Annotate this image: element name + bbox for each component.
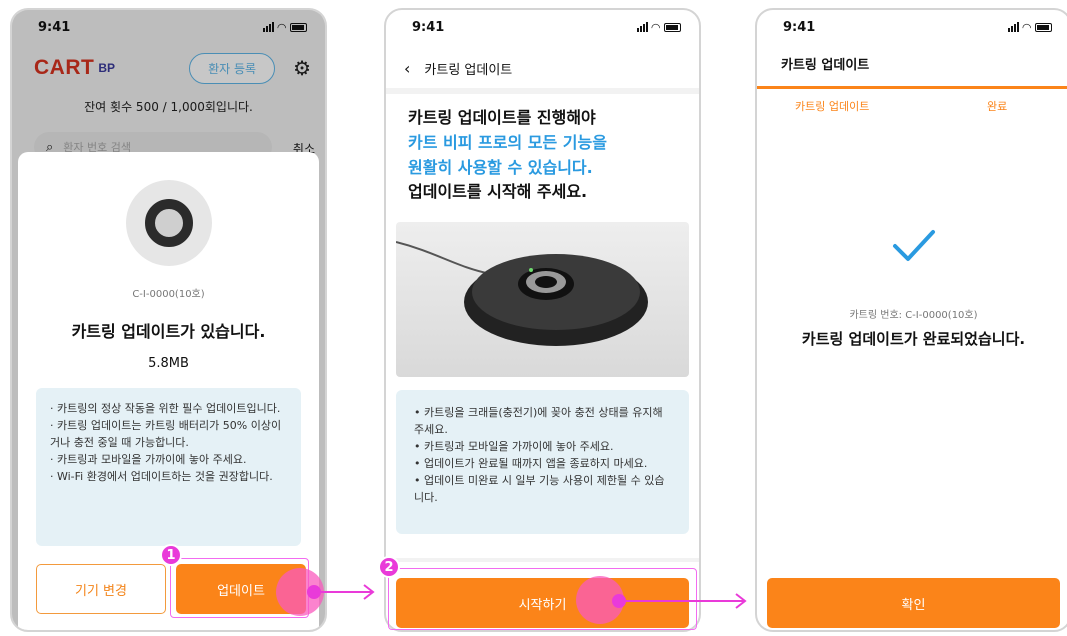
flow-arrows (307, 584, 747, 609)
